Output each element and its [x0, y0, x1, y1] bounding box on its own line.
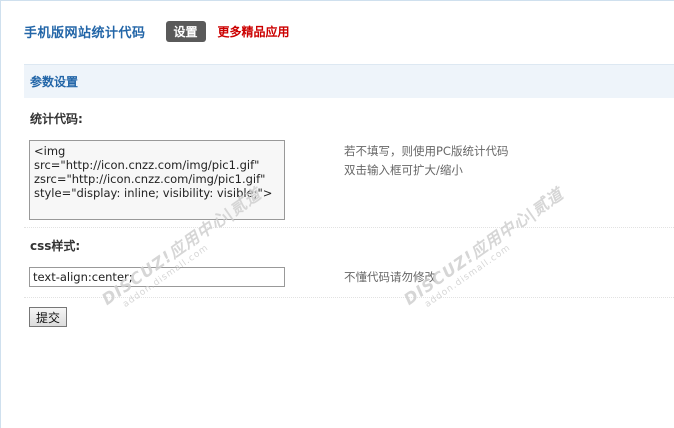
css-style-label: css样式: [30, 239, 81, 253]
stat-code-label: 统计代码: [30, 112, 83, 126]
submit-button[interactable]: 提交 [29, 307, 68, 327]
section-title: 参数设置 [30, 75, 79, 89]
stat-code-hint-line2: 双击输入框可扩大/缩小 [344, 163, 463, 177]
stat-code-hint: 若不填写，则使用PC版统计代码 双击输入框可扩大/缩小 [344, 142, 508, 180]
divider [24, 227, 674, 228]
stat-code-textarea[interactable]: <img src="http://icon.cnzz.com/img/pic1.… [29, 140, 285, 220]
divider [24, 297, 674, 298]
more-apps-link[interactable]: 更多精品应用 [218, 23, 290, 40]
app-title: 手机版网站统计代码 [24, 25, 146, 41]
css-style-input[interactable] [29, 267, 285, 287]
section-header: 参数设置 [24, 64, 674, 98]
css-style-hint: 不懂代码请勿修改 [344, 270, 436, 284]
settings-button[interactable]: 设置 [165, 20, 206, 42]
header: 手机版网站统计代码 设置 更多精品应用 [24, 20, 290, 42]
stat-code-hint-line1: 若不填写，则使用PC版统计代码 [344, 144, 509, 158]
